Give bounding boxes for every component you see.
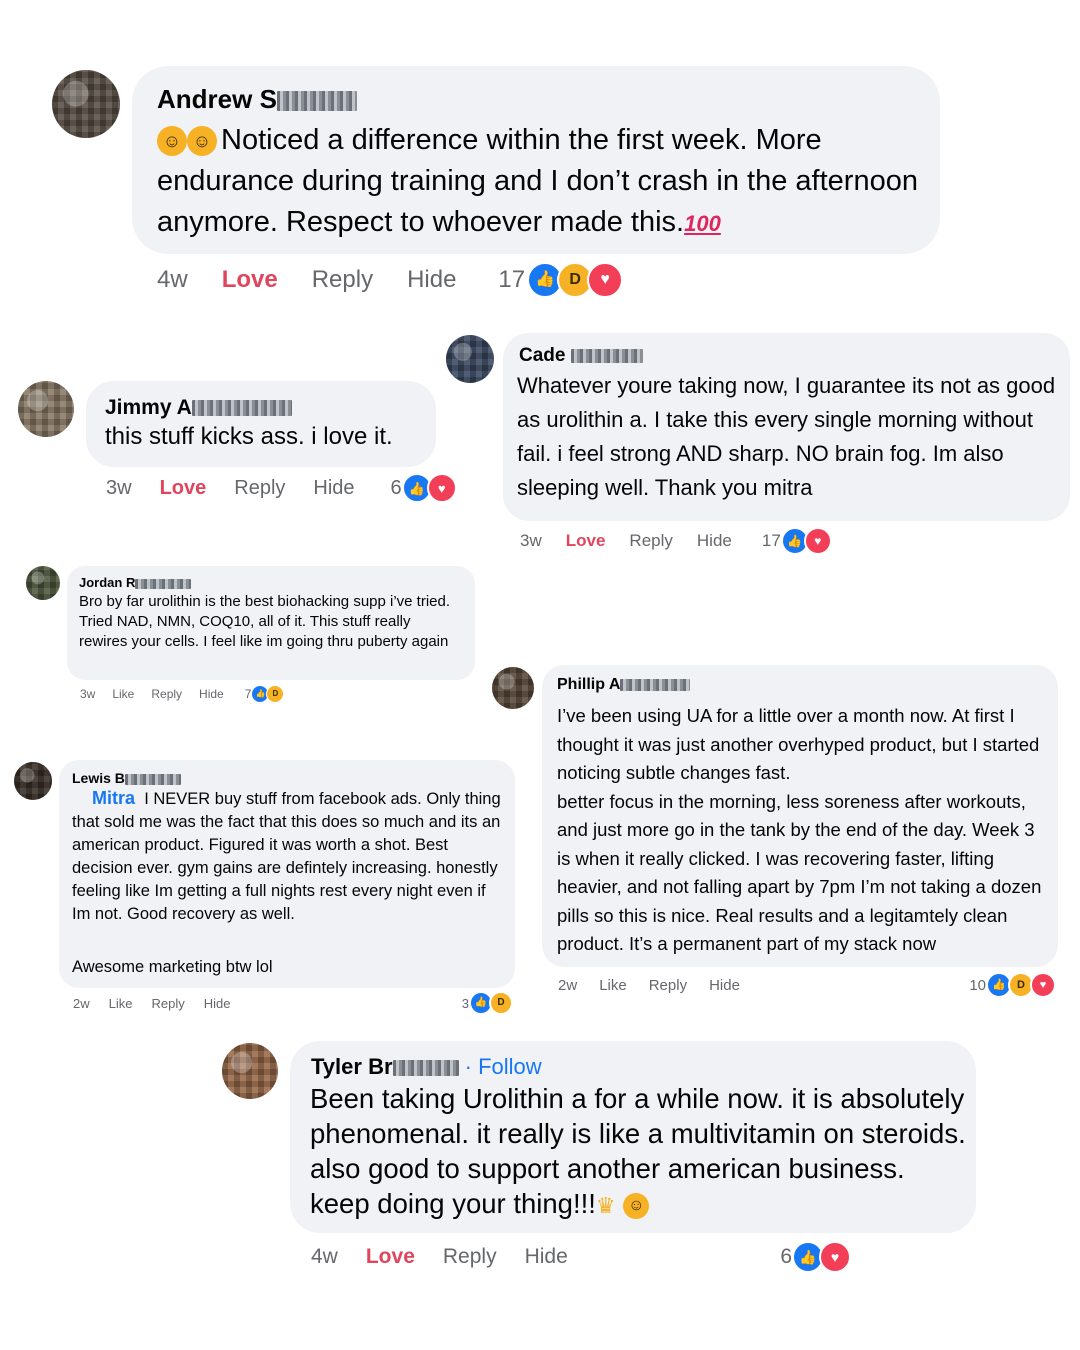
avatar[interactable]: [222, 1043, 278, 1099]
like-button[interactable]: Like: [109, 996, 133, 1011]
crown-emoji-icon: ♛: [595, 1193, 616, 1218]
reaction-icons[interactable]: 👍 D ♥: [527, 262, 624, 298]
comment-bubble: Jimmy A this stuff kicks ass. i love it.: [86, 381, 436, 467]
reply-button[interactable]: Reply: [312, 266, 373, 294]
timestamp[interactable]: 2w: [73, 996, 90, 1011]
timestamp[interactable]: 3w: [80, 687, 95, 701]
heart-icon: ♥: [426, 473, 457, 503]
reaction-count[interactable]: 10: [969, 977, 986, 994]
comment-actions: 3w Love Reply Hide 17 👍 ♥: [520, 527, 832, 555]
comment-actions: 2w Like Reply Hide 3 👍 D: [73, 991, 513, 1015]
avatar[interactable]: [446, 335, 494, 383]
reaction-count[interactable]: 6: [391, 477, 402, 500]
love-button[interactable]: Love: [566, 531, 606, 551]
timestamp[interactable]: 3w: [520, 531, 542, 551]
mention-link[interactable]: Mitra: [92, 788, 135, 808]
reaction-icons[interactable]: 👍 ♥: [780, 527, 832, 555]
reply-button[interactable]: Reply: [629, 531, 672, 551]
timestamp[interactable]: 4w: [157, 266, 188, 294]
reaction-icons[interactable]: 👍 D: [469, 991, 513, 1015]
reaction-icons[interactable]: 👍 ♥: [401, 473, 457, 503]
heart-icon: ♥: [803, 527, 832, 555]
hide-button[interactable]: Hide: [407, 266, 456, 294]
hide-button[interactable]: Hide: [709, 977, 740, 994]
comment-actions: 4w Love Reply Hide 17 👍 D ♥: [157, 262, 624, 298]
comment-author[interactable]: Andrew S: [157, 84, 357, 115]
laughing-emoji-icon: ☺: [187, 126, 217, 157]
hide-button[interactable]: Hide: [525, 1245, 568, 1269]
comment-text: Mitra I NEVER buy stuff from facebook ad…: [72, 788, 501, 923]
comment-actions: 3w Love Reply Hide 6 👍 ♥: [106, 473, 457, 503]
comment-author[interactable]: Jimmy A: [105, 396, 292, 420]
avatar[interactable]: [14, 762, 52, 800]
like-button[interactable]: Like: [112, 687, 134, 701]
hundred-points-emoji-icon: 100: [684, 211, 721, 236]
reply-button[interactable]: Reply: [649, 977, 687, 994]
avatar[interactable]: [18, 381, 74, 437]
comment-text-followup: Awesome marketing btw lol: [72, 958, 273, 976]
relieved-emoji-icon: ☺: [623, 1192, 650, 1219]
comment-bubble: Lewis B Mitra I NEVER buy stuff from fac…: [59, 760, 515, 988]
haha-icon: D: [266, 685, 285, 703]
love-button[interactable]: Love: [222, 266, 278, 294]
reply-button[interactable]: Reply: [234, 477, 285, 500]
comment-text: Whatever youre taking now, I guarantee i…: [517, 373, 1056, 500]
haha-icon: D: [489, 991, 513, 1015]
reaction-icons[interactable]: 👍 D ♥: [986, 972, 1056, 998]
reaction-count[interactable]: 17: [498, 266, 525, 294]
comment-author[interactable]: Jordan R: [79, 575, 192, 590]
comment-author[interactable]: Cade: [519, 345, 643, 367]
reaction-icons[interactable]: 👍 D: [251, 685, 285, 703]
reaction-icons[interactable]: 👍 ♥: [792, 1241, 851, 1273]
reaction-count[interactable]: 3: [462, 996, 469, 1011]
love-button[interactable]: Love: [160, 477, 207, 500]
comment-actions: 3w Like Reply Hide 7 👍 D: [80, 684, 285, 704]
comment-text: I’ve been using UA for a little over a m…: [557, 705, 1042, 954]
reply-button[interactable]: Reply: [151, 996, 184, 1011]
like-button[interactable]: Like: [599, 977, 627, 994]
comment-text: Bro by far urolithin is the best biohack…: [79, 593, 451, 650]
timestamp[interactable]: 3w: [106, 477, 132, 500]
timestamp[interactable]: 4w: [311, 1245, 338, 1269]
comment-author[interactable]: Tyler Br · Follow: [311, 1054, 542, 1080]
heart-icon: ♥: [587, 262, 624, 298]
heart-icon: ♥: [819, 1241, 851, 1273]
avatar[interactable]: [26, 566, 60, 600]
heart-icon: ♥: [1030, 972, 1056, 998]
hide-button[interactable]: Hide: [204, 996, 231, 1011]
comment-text: ☺ ☺ Noticed a difference within the first …: [157, 124, 918, 238]
timestamp[interactable]: 2w: [558, 977, 577, 994]
laughing-emoji-icon: ☺: [157, 126, 187, 157]
comment-actions: 2w Like Reply Hide 10 👍 D ♥: [558, 972, 1056, 998]
comment-bubble: Phillip A I’ve been using UA for a littl…: [542, 665, 1058, 967]
avatar[interactable]: [492, 667, 534, 709]
comment-text: Been taking Urolithin a for a while now.…: [310, 1083, 966, 1219]
hide-button[interactable]: Hide: [697, 531, 732, 551]
reaction-count[interactable]: 6: [780, 1245, 792, 1269]
comment-bubble: Tyler Br · Follow Been taking Urolithin …: [290, 1041, 976, 1233]
reply-button[interactable]: Reply: [443, 1245, 497, 1269]
comment-bubble: Cade Whatever youre taking now, I guaran…: [503, 333, 1070, 521]
hide-button[interactable]: Hide: [313, 477, 354, 500]
reaction-count[interactable]: 17: [762, 531, 781, 551]
reply-button[interactable]: Reply: [151, 687, 182, 701]
love-button[interactable]: Love: [366, 1245, 415, 1269]
comment-author[interactable]: Phillip A: [557, 676, 691, 694]
comment-bubble: Jordan R Bro by far urolithin is the bes…: [67, 566, 475, 680]
comment-text: this stuff kicks ass. i love it.: [105, 423, 393, 450]
comment-author[interactable]: Lewis B: [72, 770, 181, 786]
follow-button[interactable]: · Follow: [465, 1054, 542, 1079]
avatar[interactable]: [52, 70, 120, 138]
comment-actions: 4w Love Reply Hide 6 👍 ♥: [311, 1241, 851, 1273]
reaction-count[interactable]: 7: [245, 687, 252, 701]
hide-button[interactable]: Hide: [199, 687, 224, 701]
comment-bubble: Andrew S ☺ ☺ Noticed a difference within t…: [132, 66, 940, 254]
